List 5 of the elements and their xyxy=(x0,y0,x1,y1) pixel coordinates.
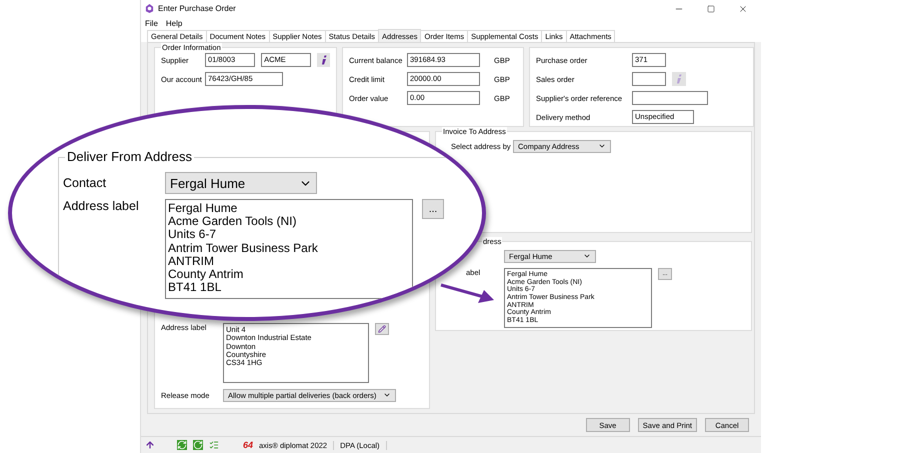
window-title: Enter Purchase Order xyxy=(158,4,237,13)
field-label: Address label xyxy=(63,199,140,213)
product-logo: 64 xyxy=(243,440,254,450)
group-title: Deliver From Address xyxy=(65,149,194,164)
field-label: Contact xyxy=(63,176,108,190)
